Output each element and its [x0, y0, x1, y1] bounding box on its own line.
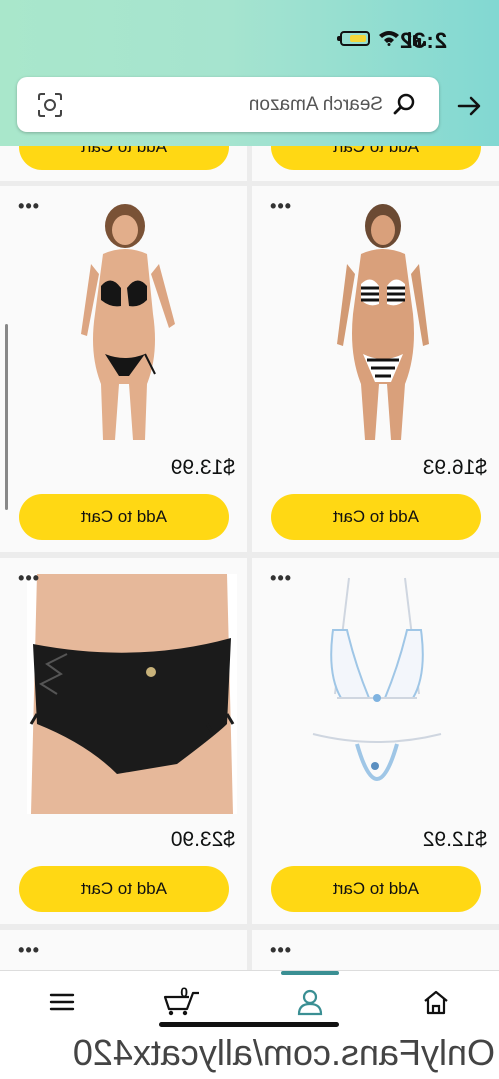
cart-count-badge: 0 — [180, 984, 188, 1000]
search-icon — [393, 93, 415, 115]
search-placeholder: Search Amazon — [248, 94, 383, 115]
product-image[interactable] — [65, 204, 185, 444]
product-image[interactable] — [319, 204, 449, 444]
product-cell: Add to Cart — [252, 146, 499, 181]
search-input[interactable]: Search Amazon — [17, 77, 439, 132]
product-cell: Add to Cart — [0, 146, 247, 181]
more-options-icon[interactable]: ••• — [17, 196, 39, 217]
watermark-text: OnlyFans.com/allycatx420 — [0, 1030, 499, 1079]
product-card[interactable]: ••• — [252, 930, 499, 971]
more-options-icon[interactable]: ••• — [269, 568, 291, 589]
menu-icon[interactable] — [47, 987, 77, 1017]
home-indicator[interactable] — [159, 1022, 339, 1027]
back-arrow-icon[interactable] — [455, 92, 483, 120]
product-price: $16.93 — [422, 456, 487, 479]
scrollbar[interactable] — [5, 324, 8, 510]
product-grid: Add to Cart Add to Cart ••• $16.93 Add t… — [0, 146, 499, 971]
cell-signal-icon — [408, 30, 426, 46]
status-icons — [340, 30, 426, 46]
add-to-cart-button[interactable]: Add to Cart — [271, 494, 481, 540]
bottom-nav — [0, 970, 499, 1030]
add-to-cart-button[interactable]: Add to Cart — [19, 866, 229, 912]
battery-icon — [340, 30, 370, 46]
camera-scan-icon[interactable] — [37, 92, 63, 118]
home-icon[interactable] — [421, 987, 451, 1017]
mirrored-screen: 2:32 Search Amazon — [0, 0, 499, 1079]
user-icon[interactable] — [295, 987, 325, 1017]
product-price: $12.92 — [422, 828, 487, 851]
product-card[interactable]: ••• $16.93 Add to Cart — [252, 186, 499, 552]
product-image[interactable] — [307, 574, 447, 814]
product-card[interactable]: ••• $13.99 Add to Cart — [0, 186, 247, 552]
more-options-icon[interactable]: ••• — [17, 940, 39, 961]
nav-active-indicator — [281, 971, 339, 975]
product-card[interactable]: ••• $12.92 Add to Cart — [252, 558, 499, 924]
add-to-cart-button[interactable]: Add to Cart — [19, 494, 229, 540]
header: 2:32 Search Amazon — [0, 0, 499, 146]
add-to-cart-button[interactable]: Add to Cart — [271, 866, 481, 912]
product-card[interactable]: ••• — [0, 930, 247, 971]
product-price: $13.99 — [170, 456, 235, 479]
add-to-cart-button[interactable]: Add to Cart — [19, 146, 229, 170]
more-options-icon[interactable]: ••• — [269, 940, 291, 961]
wifi-icon — [379, 31, 399, 46]
more-options-icon[interactable]: ••• — [269, 196, 291, 217]
product-price: $23.90 — [170, 828, 235, 851]
more-options-icon[interactable]: ••• — [17, 568, 39, 589]
product-card[interactable]: ••• $23.90 Add to Cart — [0, 558, 247, 924]
add-to-cart-button[interactable]: Add to Cart — [271, 146, 481, 170]
product-image[interactable] — [27, 574, 237, 814]
